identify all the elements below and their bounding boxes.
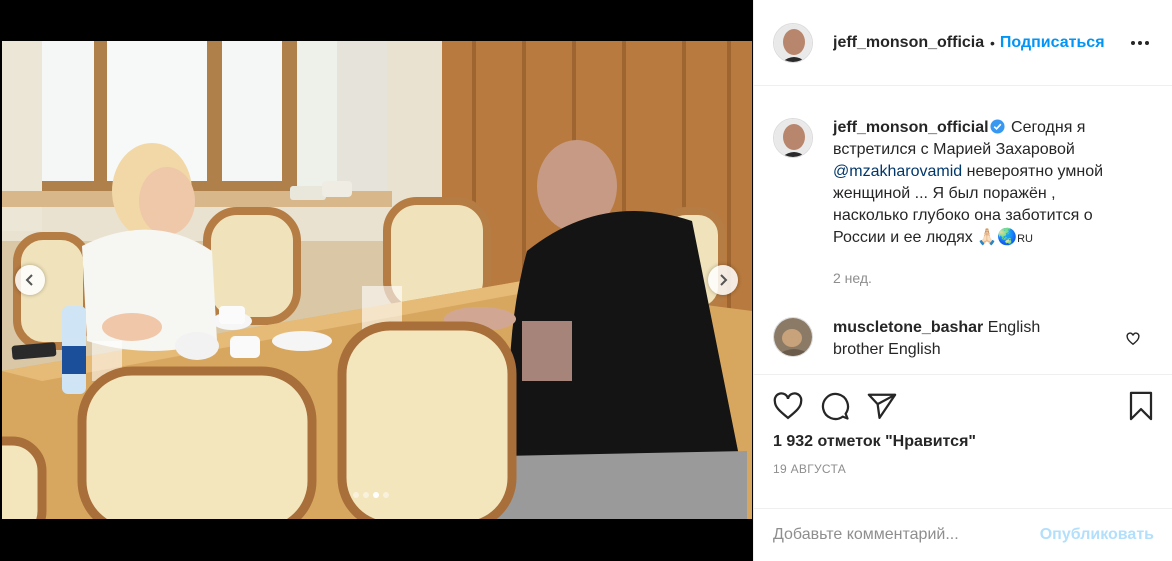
author-avatar[interactable] <box>773 22 813 63</box>
caption-text: jeff_monson_official Сегодня я встретилс… <box>833 117 1133 289</box>
bookmark-icon <box>1129 391 1153 421</box>
like-comment-button[interactable] <box>1126 332 1140 351</box>
avatar-image <box>774 119 812 157</box>
comment-item: muscletone_bashar English brother Englis… <box>754 317 1172 361</box>
slide-indicator <box>353 492 389 498</box>
follow-button[interactable]: Подписаться <box>1000 34 1105 52</box>
post-media <box>0 0 753 561</box>
heart-icon <box>773 392 803 420</box>
caption-username[interactable]: jeff_monson_official <box>833 119 989 136</box>
comment-icon <box>821 392 850 421</box>
photo-illustration <box>2 41 752 519</box>
more-dots-icon <box>1145 40 1149 45</box>
caption-tail: RU <box>1017 233 1033 245</box>
verified-badge-icon <box>990 119 1005 134</box>
caption-mention-link[interactable]: @mzakharovamid <box>833 163 962 180</box>
slide-dot <box>373 492 379 498</box>
header-separator: • <box>990 34 995 51</box>
avatar-image <box>774 23 812 62</box>
caption-emoji: 🙏🏻🌏 <box>977 229 1018 246</box>
action-bar <box>754 375 1172 423</box>
publish-button[interactable]: Опубликовать <box>1040 526 1154 544</box>
commenter-avatar[interactable] <box>773 317 813 357</box>
likes-count[interactable]: 1 932 отметок "Нравится" <box>754 423 1172 451</box>
slide-dot <box>353 492 359 498</box>
commenter-username[interactable]: muscletone_bashar <box>833 319 983 336</box>
more-options-button[interactable] <box>1127 37 1153 49</box>
caption-author-avatar[interactable] <box>773 118 813 158</box>
avatar-image <box>774 318 812 356</box>
more-dots-icon <box>1131 40 1135 45</box>
save-button[interactable] <box>1128 391 1154 421</box>
like-button[interactable] <box>773 392 803 420</box>
post-actions: 1 932 отметок "Нравится" 19 АВГУСТА <box>754 374 1172 476</box>
comment-text: muscletone_bashar English brother Englis… <box>833 317 1093 361</box>
comment-button[interactable] <box>820 391 850 421</box>
slide-dot <box>363 492 369 498</box>
paper-plane-icon <box>867 393 897 419</box>
chevron-left-icon <box>25 274 33 286</box>
author-username[interactable]: jeff_monson_official <box>833 34 985 52</box>
more-dots-icon <box>1138 40 1142 45</box>
post-date[interactable]: 19 АВГУСТА <box>754 451 1172 476</box>
comment-input[interactable] <box>773 526 1040 544</box>
post-photo[interactable] <box>2 41 752 519</box>
post-caption: jeff_monson_official Сегодня я встретилс… <box>754 87 1172 289</box>
share-button[interactable] <box>867 392 897 420</box>
slide-dot <box>383 492 389 498</box>
post-sidebar: jeff_monson_official • Подписаться jeff_… <box>753 0 1172 561</box>
chevron-right-icon <box>720 274 728 286</box>
caption-time[interactable]: 2 нед. <box>833 267 1133 289</box>
comments-section: jeff_monson_official Сегодня я встретилс… <box>754 87 1172 374</box>
add-comment-bar: Опубликовать <box>754 508 1172 561</box>
heart-icon <box>1126 332 1140 346</box>
previous-slide-button[interactable] <box>15 265 45 295</box>
post-header: jeff_monson_official • Подписаться <box>754 0 1172 86</box>
next-slide-button[interactable] <box>708 265 738 295</box>
